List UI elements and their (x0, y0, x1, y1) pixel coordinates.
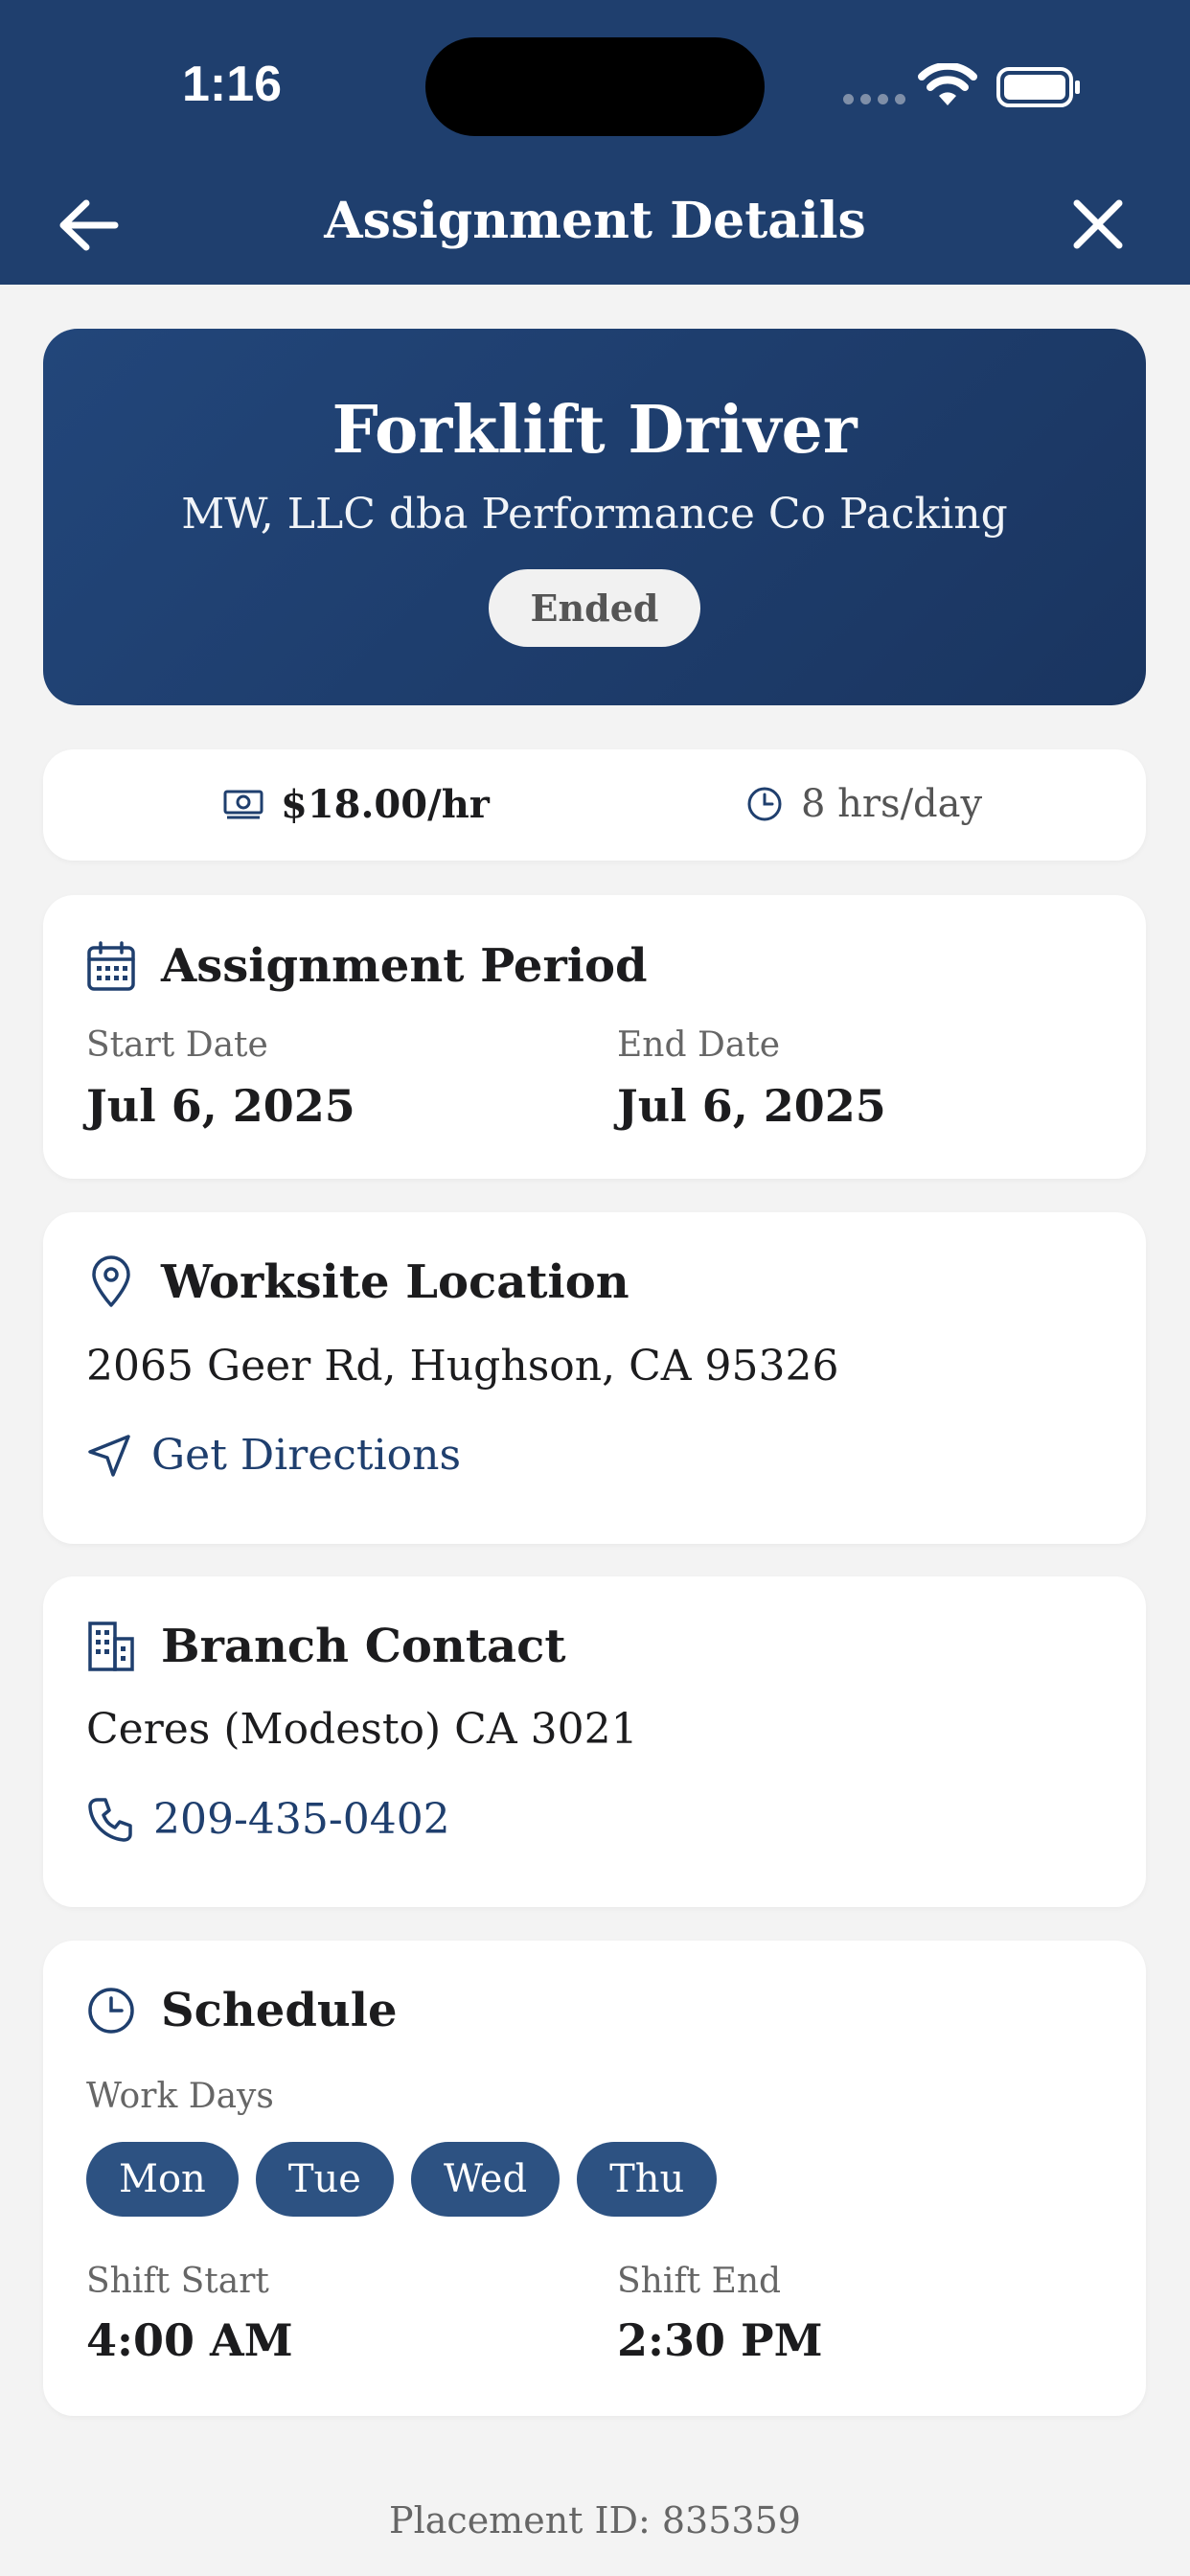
placement-id: Placement ID: 835359 (389, 2499, 801, 2542)
hours-value: 8 hrs/day (801, 782, 983, 826)
clock-icon (747, 787, 782, 821)
get-directions-link[interactable]: Get Directions (86, 1431, 461, 1480)
close-icon[interactable] (1071, 197, 1125, 251)
assignment-period-heading: Assignment Period (86, 939, 648, 993)
shift-start-value: 4:00 AM (86, 2314, 293, 2366)
header-bar: 1:16 Assignment Details (0, 0, 1190, 285)
work-days-list: Mon Tue Wed Thu (86, 2142, 718, 2217)
cellular-signal-icon (843, 94, 905, 104)
pay-card: $18.00/hr 8 hrs/day (43, 749, 1146, 861)
section-title: Worksite Location (161, 1255, 629, 1309)
pay-rate-value: $18.00/hr (281, 782, 490, 827)
day-chip-mon: Mon (86, 2142, 239, 2217)
battery-icon (996, 67, 1080, 107)
job-summary-card: Forklift Driver MW, LLC dba Performance … (43, 329, 1146, 705)
status-badge: Ended (488, 569, 701, 647)
wifi-icon (918, 63, 977, 105)
hours-per-day: 8 hrs/day (745, 782, 982, 826)
job-title: Forklift Driver (332, 392, 858, 469)
dynamic-island (425, 37, 765, 136)
map-pin-icon (92, 1255, 130, 1307)
branch-phone-number: 209-435-0402 (153, 1795, 450, 1844)
day-chip-thu: Thu (577, 2142, 718, 2217)
end-date-value: Jul 6, 2025 (617, 1080, 886, 1132)
section-title: Schedule (161, 1984, 398, 2037)
status-time: 1:16 (182, 57, 283, 112)
shift-end-label: Shift End (617, 2262, 782, 2301)
work-days-label: Work Days (86, 2077, 274, 2116)
shift-start-label: Shift Start (86, 2262, 269, 2301)
section-title: Branch Contact (161, 1620, 566, 1673)
schedule-heading: Schedule (86, 1984, 398, 2037)
worksite-address: 2065 Geer Rd, Hughson, CA 95326 (86, 1342, 839, 1391)
navigation-arrow-icon (88, 1434, 130, 1477)
end-date-label: End Date (617, 1025, 781, 1065)
start-date-label: Start Date (86, 1025, 268, 1065)
calendar-icon (87, 941, 135, 991)
day-chip-wed: Wed (410, 2142, 561, 2217)
worksite-location-heading: Worksite Location (86, 1255, 629, 1309)
section-title: Assignment Period (161, 939, 648, 993)
building-icon (88, 1622, 134, 1671)
clock-icon (88, 1988, 134, 2034)
branch-name: Ceres (Modesto) CA 3021 (86, 1705, 638, 1754)
schedule-card: Schedule Work Days Mon Tue Wed Thu Shift… (43, 1941, 1146, 2416)
company-name: MW, LLC dba Performance Co Packing (181, 490, 1008, 539)
pay-rate: $18.00/hr (223, 782, 490, 827)
branch-contact-card: Branch Contact Ceres (Modesto) CA 3021 2… (43, 1576, 1146, 1907)
branch-phone-link[interactable]: 209-435-0402 (86, 1795, 450, 1844)
start-date-value: Jul 6, 2025 (86, 1080, 355, 1132)
page-title: Assignment Details (324, 192, 866, 250)
day-chip-tue: Tue (255, 2142, 394, 2217)
get-directions-label: Get Directions (151, 1431, 462, 1480)
branch-contact-heading: Branch Contact (86, 1620, 565, 1673)
money-icon (223, 790, 263, 818)
worksite-location-card: Worksite Location 2065 Geer Rd, Hughson,… (43, 1212, 1146, 1544)
shift-end-value: 2:30 PM (617, 2314, 823, 2366)
phone-icon (88, 1797, 132, 1842)
assignment-period-card: Assignment Period Start Date Jul 6, 2025… (43, 895, 1146, 1179)
